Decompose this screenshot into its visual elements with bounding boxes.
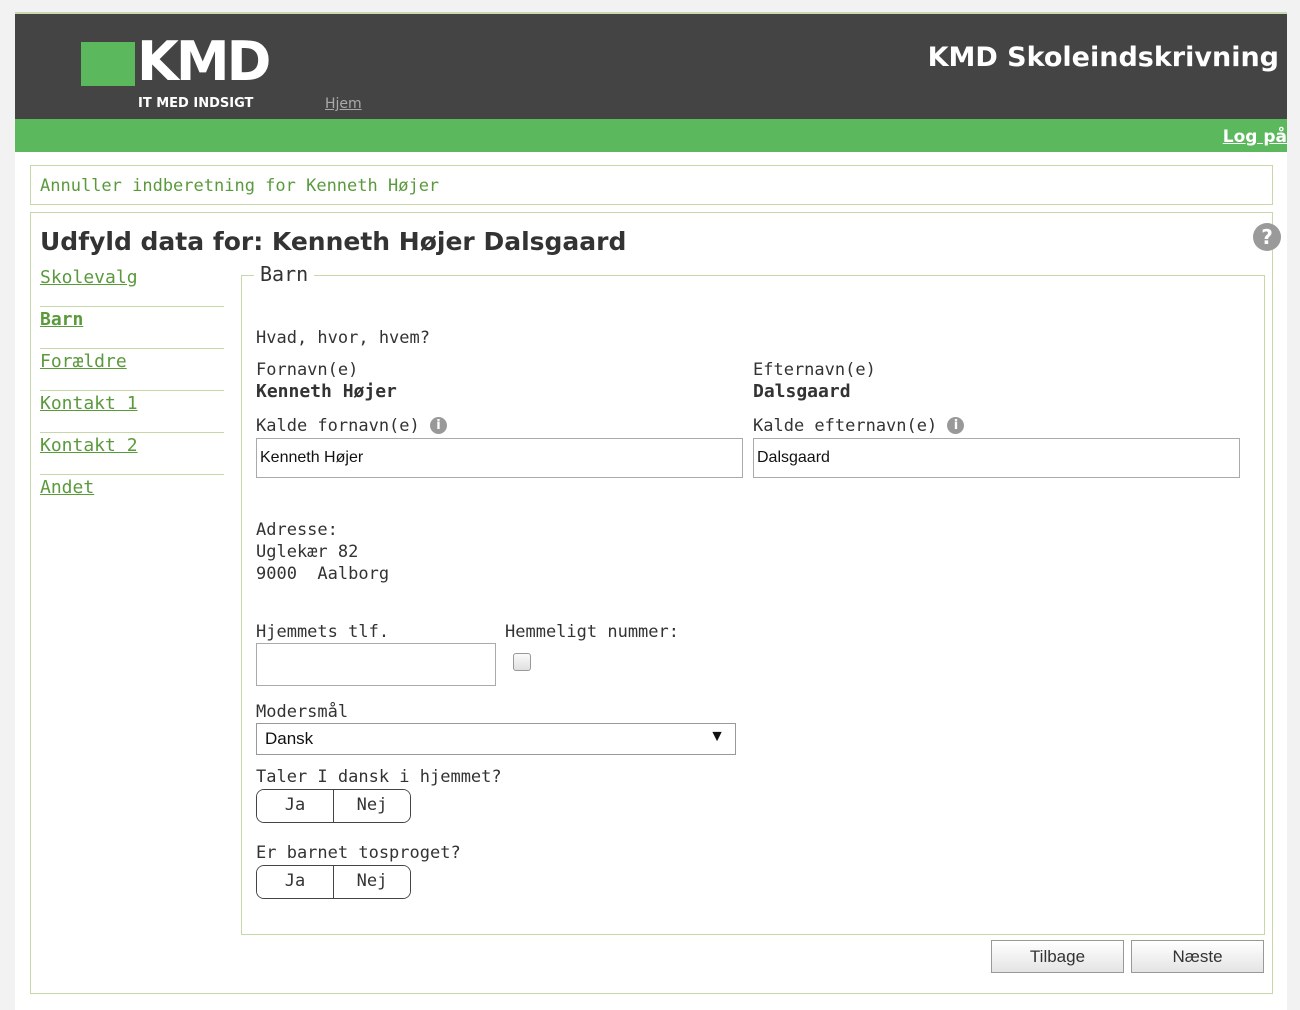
sidebar-item-kontakt-1[interactable]: Kontakt 1 (40, 391, 224, 433)
main-panel: ? Udfyld data for: Kenneth Højer Dalsgaa… (30, 212, 1281, 994)
sidebar-item-barn[interactable]: Barn (40, 307, 224, 349)
address-line-2: 9000 Aalborg (256, 564, 390, 584)
speaks-danish-yes-button[interactable]: Ja (257, 790, 333, 822)
green-bar: Log på (15, 119, 1287, 152)
logo-text: KMD (137, 30, 271, 93)
first-name-value: Kenneth Højer (256, 381, 397, 402)
call-last-name-label: Kalde efternavn(e) (753, 416, 938, 436)
secret-number-checkbox[interactable] (513, 653, 531, 671)
last-name-label: Efternavn(e) (753, 360, 876, 380)
address-line-1: Uglekær 82 (256, 542, 359, 562)
mother-tongue-select[interactable]: Dansk ▼ (256, 723, 736, 755)
dropdown-arrow-icon: ▼ (709, 728, 725, 745)
speaks-danish-no-button[interactable]: Nej (333, 790, 410, 822)
call-last-name-label-row: Kalde efternavn(e) i (753, 416, 965, 436)
call-first-name-label-row: Kalde fornavn(e) i (256, 416, 448, 436)
info-icon[interactable]: i (430, 417, 448, 434)
intro-text: Hvad, hvor, hvem? (256, 328, 430, 348)
first-name-label: Fornavn(e) (256, 360, 359, 380)
speaks-danish-label: Taler I dansk i hjemmet? (256, 767, 502, 787)
bilingual-yes-button[interactable]: Ja (257, 866, 333, 898)
side-navigation: Skolevalg Barn Forældre Kontakt 1 Kontak… (40, 265, 224, 517)
call-first-name-label: Kalde fornavn(e) (256, 416, 420, 436)
speaks-danish-toggle: Ja Nej (256, 789, 411, 823)
call-last-name-input[interactable] (753, 438, 1240, 478)
help-icon[interactable]: ? (1253, 223, 1281, 251)
cancel-box: Annuller indberetning for Kenneth Højer (30, 165, 1273, 205)
nav-home-link[interactable]: Hjem (325, 96, 362, 112)
sidebar-item-kontakt-2[interactable]: Kontakt 2 (40, 433, 224, 475)
cancel-registration-link[interactable]: Annuller indberetning for Kenneth Højer (40, 176, 439, 196)
bilingual-toggle: Ja Nej (256, 865, 411, 899)
sidebar-item-skolevalg[interactable]: Skolevalg (40, 265, 224, 307)
home-phone-input[interactable] (256, 643, 496, 686)
logo-mark (81, 42, 135, 86)
home-phone-label: Hjemmets tlf. (256, 622, 390, 642)
next-button[interactable]: Næste (1131, 940, 1264, 973)
address-label: Adresse: (256, 520, 338, 540)
secret-number-label: Hemmeligt nummer: (505, 622, 679, 642)
mother-tongue-label: Modersmål (256, 702, 349, 722)
info-icon[interactable]: i (947, 417, 965, 434)
app-header: KMD IT MED INDSIGT Hjem KMD Skoleindskri… (15, 12, 1287, 121)
mother-tongue-value: Dansk (265, 729, 314, 748)
sidebar-item-andet[interactable]: Andet (40, 475, 224, 517)
last-name-value: Dalsgaard (753, 381, 851, 402)
back-button[interactable]: Tilbage (991, 940, 1124, 973)
app-title: KMD Skoleindskrivning (927, 42, 1279, 73)
bilingual-no-button[interactable]: Nej (333, 866, 410, 898)
page: KMD IT MED INDSIGT Hjem KMD Skoleindskri… (15, 12, 1287, 1010)
logout-link[interactable]: Log på (1223, 127, 1287, 147)
page-title: Udfyld data for: Kenneth Højer Dalsgaard (40, 227, 627, 256)
fieldset-legend: Barn (254, 262, 315, 286)
logo-subtitle: IT MED INDSIGT (138, 96, 254, 111)
sidebar-item-foraeldre[interactable]: Forældre (40, 349, 224, 391)
child-fieldset: Barn Hvad, hvor, hvem? Fornavn(e) Kennet… (241, 262, 1265, 935)
bilingual-label: Er barnet tosproget? (256, 843, 461, 863)
call-first-name-input[interactable] (256, 438, 743, 478)
